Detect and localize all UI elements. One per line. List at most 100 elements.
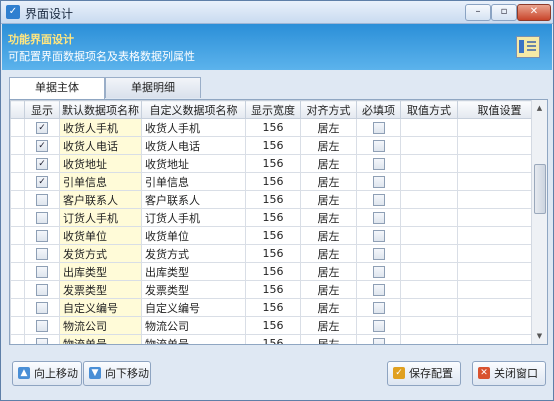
value-mode-cell[interactable] <box>400 280 458 299</box>
column-header-width[interactable]: 显示宽度 <box>245 100 301 119</box>
align-cell[interactable]: 居左 <box>300 244 357 263</box>
column-header-show[interactable]: 显示 <box>24 100 60 119</box>
default-name-cell[interactable]: 发票类型 <box>59 280 142 299</box>
custom-name-cell[interactable]: 物流公司 <box>141 316 246 335</box>
value-setting-cell[interactable] <box>457 262 542 281</box>
table-row[interactable]: 订货人手机 订货人手机 156 居左 <box>10 208 542 227</box>
align-cell[interactable]: 居左 <box>300 190 357 209</box>
required-cell[interactable] <box>356 316 401 335</box>
table-row[interactable]: 出库类型 出库类型 156 居左 <box>10 262 542 281</box>
show-cell[interactable] <box>24 334 60 344</box>
value-mode-cell[interactable] <box>400 208 458 227</box>
value-setting-cell[interactable] <box>457 118 542 137</box>
column-header-default-name[interactable]: 默认数据项名称 <box>59 100 142 119</box>
width-cell[interactable]: 156 <box>245 190 301 209</box>
value-setting-cell[interactable] <box>457 334 542 344</box>
default-name-cell[interactable]: 发货方式 <box>59 244 142 263</box>
show-checkbox[interactable] <box>36 302 48 314</box>
value-setting-cell[interactable] <box>457 208 542 227</box>
width-cell[interactable]: 156 <box>245 154 301 173</box>
custom-name-cell[interactable]: 物流单号 <box>141 334 246 344</box>
show-cell[interactable] <box>24 190 60 209</box>
scroll-thumb[interactable] <box>534 164 546 214</box>
scroll-down-icon[interactable]: ▼ <box>534 330 545 342</box>
show-cell[interactable]: ✓ <box>24 136 60 155</box>
scroll-up-icon[interactable]: ▲ <box>534 102 545 114</box>
custom-name-cell[interactable]: 自定义编号 <box>141 298 246 317</box>
show-cell[interactable]: ✓ <box>24 154 60 173</box>
default-name-cell[interactable]: 收货地址 <box>59 154 142 173</box>
width-cell[interactable]: 156 <box>245 136 301 155</box>
required-cell[interactable] <box>356 172 401 191</box>
table-row[interactable]: 客户联系人 客户联系人 156 居左 <box>10 190 542 209</box>
required-cell[interactable] <box>356 118 401 137</box>
row-indicator[interactable] <box>10 226 25 245</box>
table-row[interactable]: 自定义编号 自定义编号 156 居左 <box>10 298 542 317</box>
row-indicator[interactable] <box>10 280 25 299</box>
title-bar[interactable]: ✓ 界面设计 – ▫ ✕ <box>1 1 553 24</box>
align-cell[interactable]: 居左 <box>300 280 357 299</box>
show-cell[interactable] <box>24 298 60 317</box>
row-indicator[interactable] <box>10 316 25 335</box>
column-header-align[interactable]: 对齐方式 <box>300 100 357 119</box>
move-down-button[interactable]: ▼ 向下移动 <box>83 361 151 386</box>
align-cell[interactable]: 居左 <box>300 118 357 137</box>
align-cell[interactable]: 居左 <box>300 136 357 155</box>
move-up-button[interactable]: ▲ 向上移动 <box>12 361 82 386</box>
required-checkbox[interactable] <box>372 140 385 152</box>
show-checkbox[interactable] <box>36 320 48 332</box>
show-cell[interactable]: ✓ <box>24 118 60 137</box>
table-row[interactable]: ✓ 引单信息 引单信息 156 居左 <box>10 172 542 191</box>
required-cell[interactable] <box>356 298 401 317</box>
custom-name-cell[interactable]: 订货人手机 <box>141 208 246 227</box>
table-row[interactable]: ✓ 收货地址 收货地址 156 居左 <box>10 154 542 173</box>
row-indicator[interactable] <box>10 262 25 281</box>
row-indicator[interactable] <box>10 334 25 344</box>
show-checkbox[interactable] <box>36 266 48 278</box>
required-cell[interactable] <box>356 226 401 245</box>
width-cell[interactable]: 156 <box>245 280 301 299</box>
required-cell[interactable] <box>356 244 401 263</box>
maximize-icon[interactable]: ▫ <box>491 4 517 21</box>
show-checkbox[interactable] <box>36 194 48 206</box>
width-cell[interactable]: 156 <box>245 226 301 245</box>
row-indicator[interactable] <box>10 208 25 227</box>
default-name-cell[interactable]: 收货人手机 <box>59 118 142 137</box>
required-checkbox[interactable] <box>372 338 385 344</box>
custom-name-cell[interactable]: 出库类型 <box>141 262 246 281</box>
show-checkbox[interactable] <box>36 284 48 296</box>
default-name-cell[interactable]: 物流单号 <box>59 334 142 344</box>
align-cell[interactable]: 居左 <box>300 208 357 227</box>
width-cell[interactable]: 156 <box>245 316 301 335</box>
required-cell[interactable] <box>356 334 401 344</box>
value-setting-cell[interactable] <box>457 244 542 263</box>
required-checkbox[interactable] <box>372 248 385 260</box>
align-cell[interactable]: 居左 <box>300 316 357 335</box>
width-cell[interactable]: 156 <box>245 298 301 317</box>
show-cell[interactable] <box>24 208 60 227</box>
show-checkbox[interactable] <box>36 230 48 242</box>
table-row[interactable]: 物流公司 物流公司 156 居左 <box>10 316 542 335</box>
show-checkbox[interactable]: ✓ <box>36 158 48 170</box>
width-cell[interactable]: 156 <box>245 172 301 191</box>
show-cell[interactable] <box>24 316 60 335</box>
value-setting-cell[interactable] <box>457 280 542 299</box>
show-cell[interactable] <box>24 262 60 281</box>
value-mode-cell[interactable] <box>400 298 458 317</box>
table-row[interactable]: ✓ 收货人电话 收货人电话 156 居左 <box>10 136 542 155</box>
show-checkbox[interactable]: ✓ <box>36 122 48 134</box>
required-cell[interactable] <box>356 262 401 281</box>
value-setting-cell[interactable] <box>457 226 542 245</box>
show-checkbox[interactable]: ✓ <box>36 176 48 188</box>
custom-name-cell[interactable]: 收货地址 <box>141 154 246 173</box>
row-indicator[interactable] <box>10 118 25 137</box>
value-mode-cell[interactable] <box>400 154 458 173</box>
default-name-cell[interactable]: 订货人手机 <box>59 208 142 227</box>
width-cell[interactable]: 156 <box>245 244 301 263</box>
show-cell[interactable] <box>24 226 60 245</box>
width-cell[interactable]: 156 <box>245 262 301 281</box>
value-setting-cell[interactable] <box>457 154 542 173</box>
default-name-cell[interactable]: 客户联系人 <box>59 190 142 209</box>
align-cell[interactable]: 居左 <box>300 154 357 173</box>
value-mode-cell[interactable] <box>400 226 458 245</box>
